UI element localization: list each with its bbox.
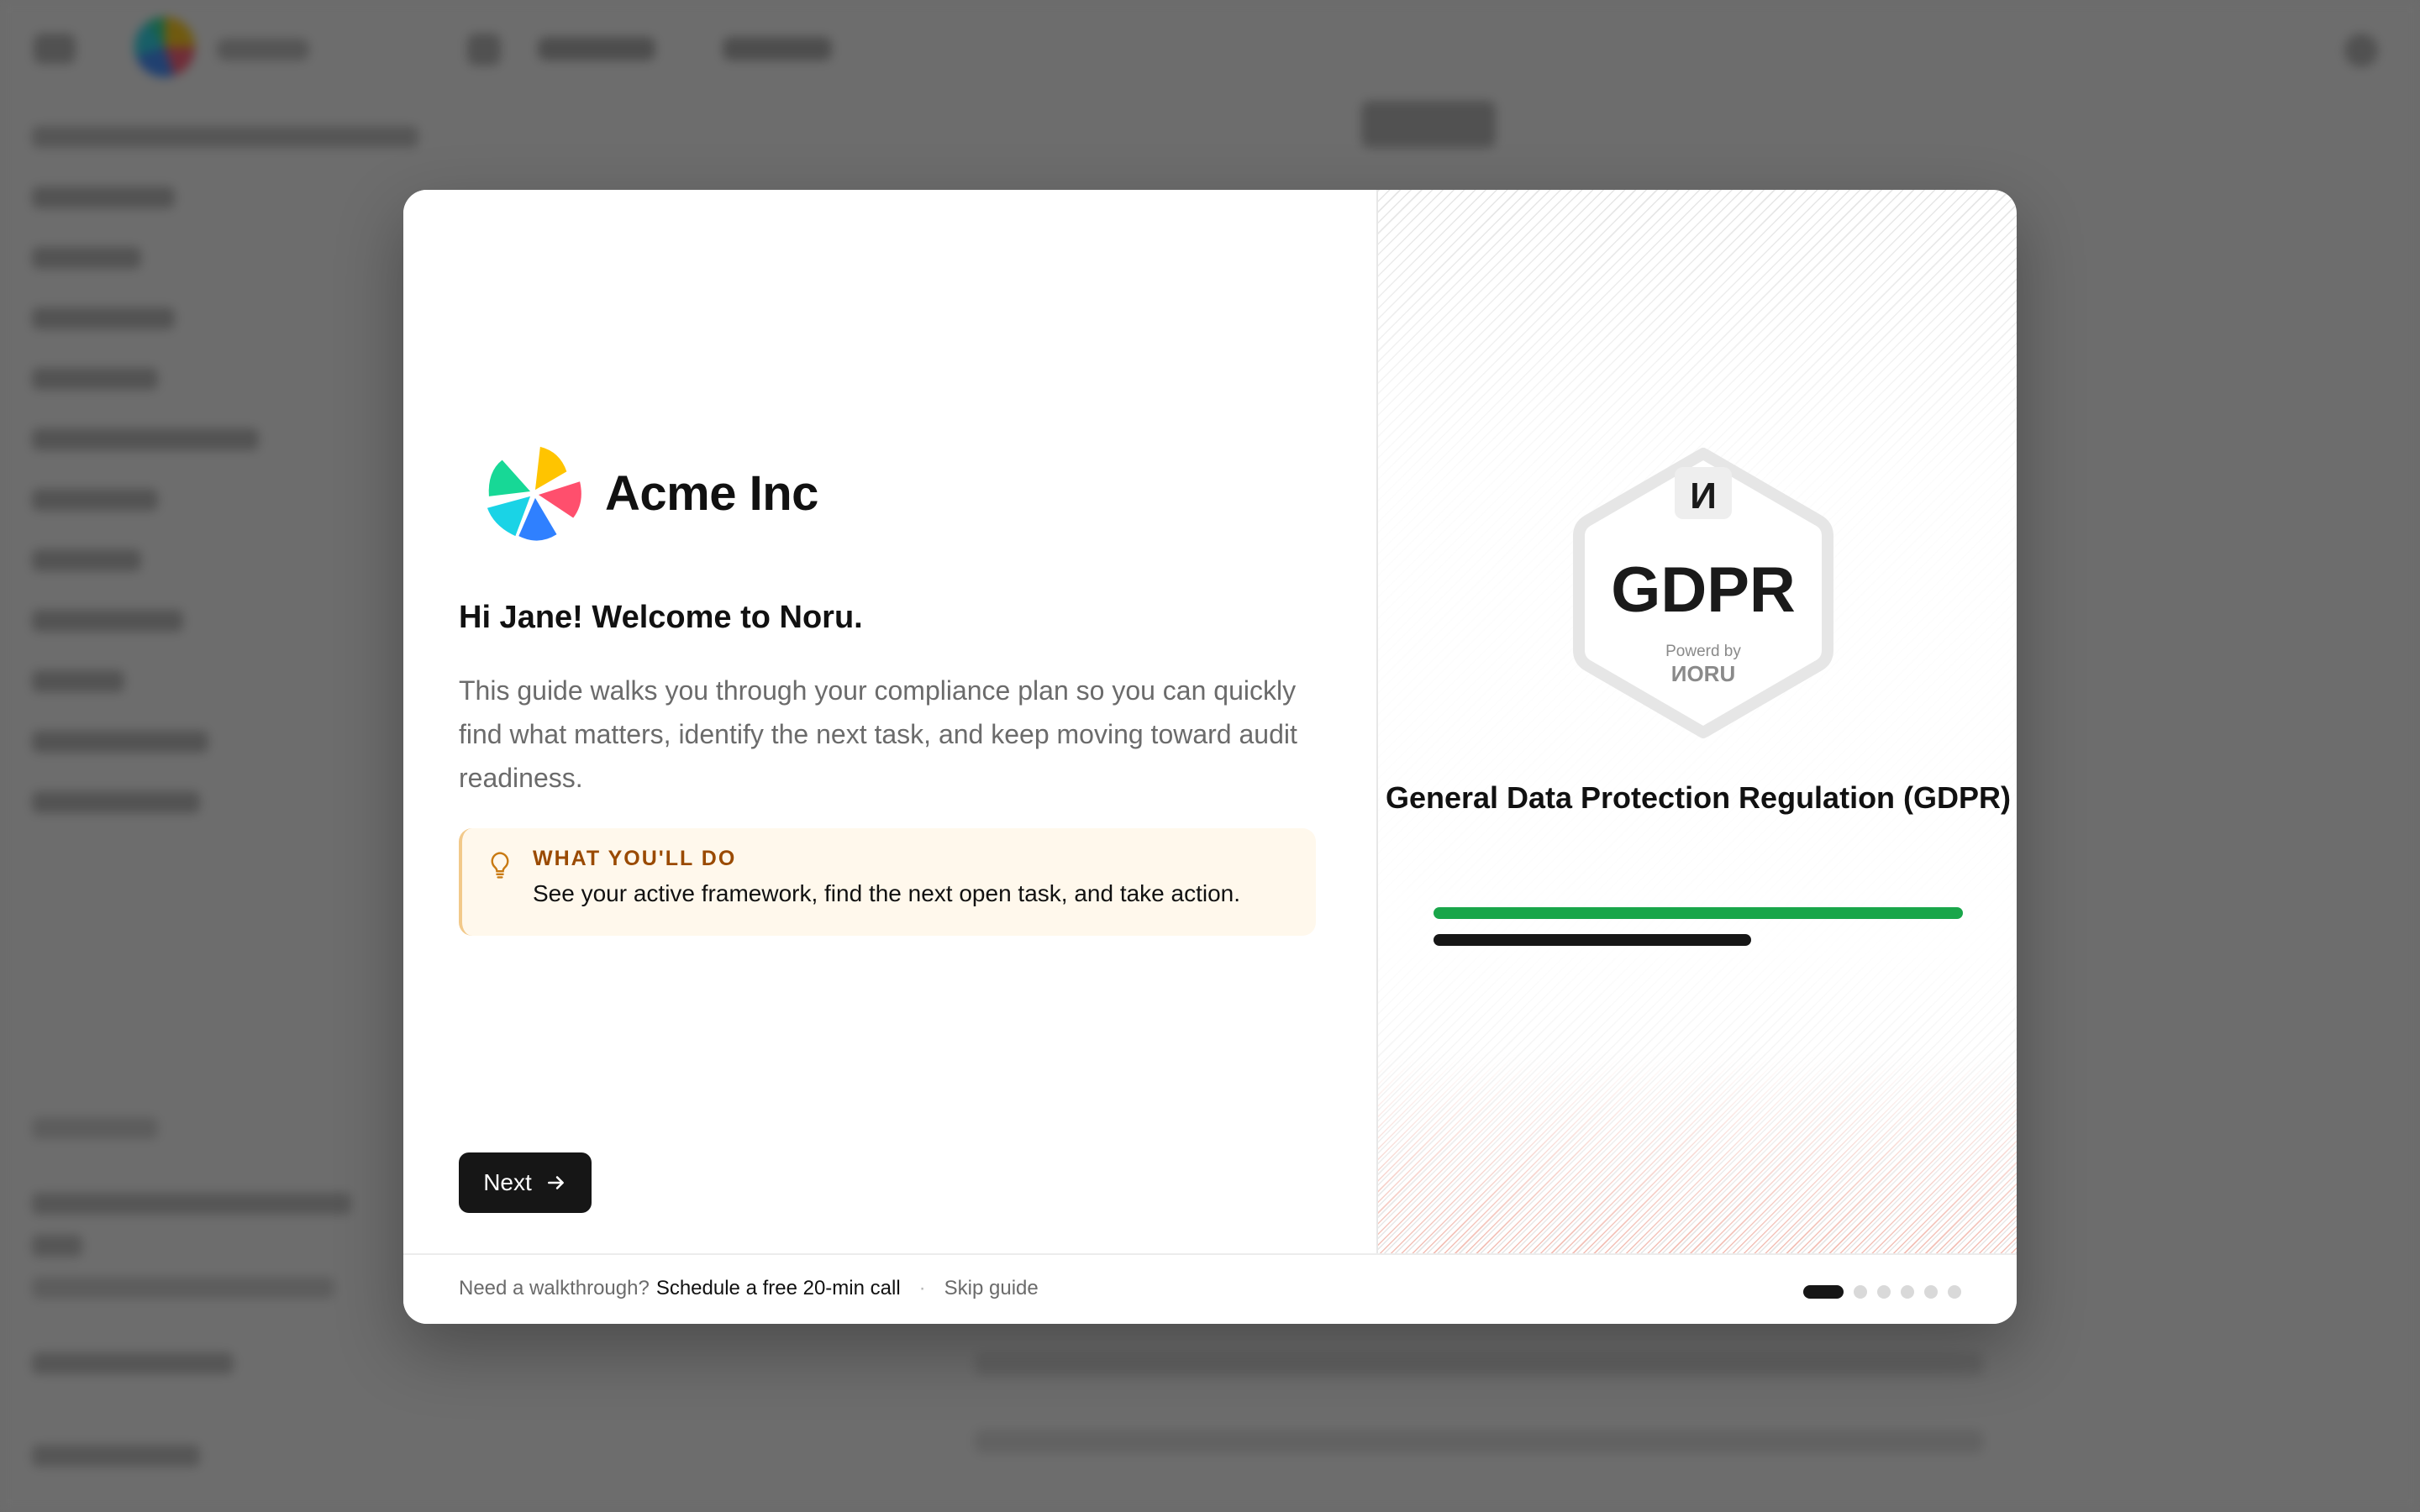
step-dot-6[interactable]	[1948, 1285, 1961, 1299]
framework-progress-bar	[1434, 907, 1963, 919]
welcome-description: This guide walks you through your compli…	[459, 675, 1297, 793]
guide-content-pane: Acme Inc Hi Jane! Welcome to Noru. This …	[403, 190, 1376, 1253]
noru-monogram-icon: И	[1690, 475, 1717, 517]
welcome-heading: Hi Jane! Welcome to Noru.	[459, 600, 863, 635]
guide-footer: Need a walkthrough? Schedule a free 20-m…	[403, 1253, 2017, 1324]
badge-label: GDPR	[1611, 554, 1796, 626]
decorative-hatch	[1378, 1052, 2017, 1253]
step-indicator	[1803, 1285, 1961, 1299]
framework-preview-pane: И GDPR Powerd by ИORU General Data Prote…	[1376, 190, 2017, 1253]
step-dot-5[interactable]	[1924, 1285, 1938, 1299]
footer-separator: ·	[918, 1277, 926, 1299]
arrow-right-icon	[547, 1176, 564, 1189]
callout-body: See your active framework, find the next…	[533, 880, 1241, 906]
next-button[interactable]: Next	[459, 1152, 592, 1213]
badge-powered-by: Powerd by	[1665, 643, 1741, 660]
step-dot-2[interactable]	[1854, 1285, 1867, 1299]
company-name: Acme Inc	[605, 465, 818, 521]
walkthrough-prompt: Need a walkthrough?	[459, 1277, 650, 1299]
step-dot-4[interactable]	[1901, 1285, 1914, 1299]
step-dot-3[interactable]	[1877, 1285, 1891, 1299]
skip-guide-link[interactable]: Skip guide	[944, 1277, 1039, 1300]
lightbulb-icon	[491, 852, 509, 879]
framework-secondary-bar	[1434, 934, 1751, 946]
schedule-call-link[interactable]: Schedule a free 20-min call	[656, 1277, 901, 1300]
badge-brand: ИORU	[1671, 661, 1735, 686]
framework-title: General Data Protection Regulation (GDPR…	[1385, 780, 2012, 815]
gdpr-badge: И GDPR Powerd by ИORU	[1573, 448, 1833, 738]
company-brand: Acme Inc	[484, 444, 818, 543]
next-button-label: Next	[483, 1169, 532, 1195]
callout-title: WHAT YOU'LL DO	[533, 847, 737, 870]
step-dot-1[interactable]	[1803, 1285, 1844, 1299]
welcome-guide-modal: Acme Inc Hi Jane! Welcome to Noru. This …	[403, 190, 2017, 1324]
company-logo-icon	[487, 446, 581, 541]
what-youll-do-callout: WHAT YOU'LL DO See your active framework…	[459, 828, 1316, 936]
